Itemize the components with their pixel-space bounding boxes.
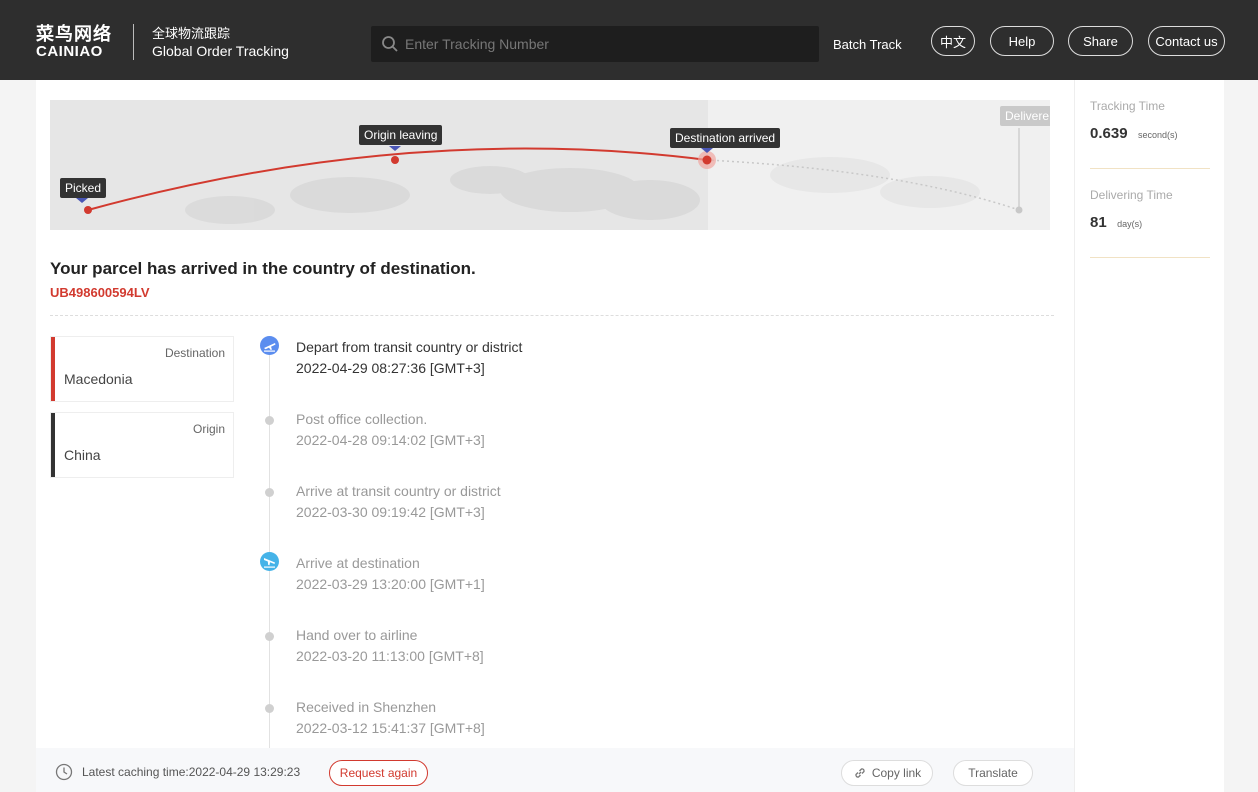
tracking-number-input[interactable] bbox=[405, 26, 805, 62]
timeline-dot bbox=[265, 704, 274, 713]
event-time: 2022-03-20 11:13:00 [GMT+8] bbox=[296, 648, 484, 664]
tag-picked: Picked bbox=[60, 178, 107, 198]
timeline-dot bbox=[265, 488, 274, 497]
stats-sidebar: Tracking Time 0.639 second(s) Delivering… bbox=[1074, 80, 1224, 792]
destination-value: Macedonia bbox=[64, 371, 133, 387]
tag-destination-arrived: Destination arrived bbox=[670, 128, 781, 148]
logo-english: CAINIAO bbox=[36, 43, 103, 60]
brand-title-en: Global Order Tracking bbox=[152, 43, 289, 59]
destination-arrived-point bbox=[702, 155, 712, 165]
contact-us-button[interactable]: Contact us bbox=[1148, 26, 1225, 56]
batch-track-link[interactable]: Batch Track bbox=[833, 37, 902, 52]
brand-title: 全球物流跟踪 Global Order Tracking bbox=[152, 25, 289, 60]
picked-point bbox=[84, 206, 92, 214]
event-time: 2022-04-29 08:27:36 [GMT+3] bbox=[296, 360, 485, 376]
logo-divider bbox=[133, 24, 134, 60]
timeline-dot bbox=[265, 416, 274, 425]
tag-delivered: Delivere bbox=[1000, 106, 1050, 126]
help-button[interactable]: Help bbox=[990, 26, 1054, 56]
tracking-main-panel: Picked Origin leaving Destination arrive… bbox=[36, 80, 1074, 792]
brand-title-cn: 全球物流跟踪 bbox=[152, 26, 231, 41]
destination-bar bbox=[51, 337, 55, 401]
event-title: Hand over to airline bbox=[296, 627, 418, 643]
link-icon bbox=[853, 766, 867, 780]
plane-departure-icon bbox=[260, 336, 279, 355]
event-time: 2022-03-30 09:19:42 [GMT+3] bbox=[296, 504, 485, 520]
tracking-time-stat: Tracking Time 0.639 second(s) bbox=[1090, 99, 1210, 169]
event-time: 2022-04-28 09:14:02 [GMT+3] bbox=[296, 432, 485, 448]
cainiao-logo[interactable]: 菜鸟网络 CAINIAO bbox=[36, 24, 112, 60]
delivering-time-value: 81 bbox=[1090, 214, 1107, 231]
origin-value: China bbox=[64, 447, 101, 463]
tracking-time-unit: second(s) bbox=[1138, 130, 1178, 140]
tracking-time-value: 0.639 bbox=[1090, 125, 1128, 142]
status-headline: Your parcel has arrived in the country o… bbox=[50, 259, 476, 278]
origin-bar bbox=[51, 413, 55, 477]
event-time: 2022-03-29 13:20:00 [GMT+1] bbox=[296, 576, 485, 592]
timeline-dot bbox=[265, 632, 274, 641]
section-divider bbox=[50, 315, 1054, 316]
top-bar: 菜鸟网络 CAINIAO 全球物流跟踪 Global Order Trackin… bbox=[0, 0, 1258, 80]
request-again-button[interactable]: Request again bbox=[329, 760, 428, 786]
event-title: Arrive at destination bbox=[296, 555, 420, 571]
tracking-number: UB498600594LV bbox=[50, 285, 150, 300]
event-time: 2022-03-12 15:41:37 [GMT+8] bbox=[296, 720, 485, 736]
event-title: Depart from transit country or district bbox=[296, 339, 523, 355]
copy-link-button[interactable]: Copy link bbox=[841, 760, 933, 786]
delivered-point bbox=[1015, 206, 1023, 214]
destination-label: Destination bbox=[164, 346, 225, 360]
caching-time-text: Latest caching time:2022-04-29 13:29:23 bbox=[82, 765, 301, 779]
tracking-time-label: Tracking Time bbox=[1090, 99, 1165, 113]
origin-card: Origin China bbox=[50, 412, 234, 478]
event-title: Received in Shenzhen bbox=[296, 699, 437, 715]
route-map bbox=[76, 128, 1023, 224]
tag-origin-leaving: Origin leaving bbox=[359, 125, 443, 145]
translate-button[interactable]: Translate bbox=[953, 760, 1033, 786]
logo-chinese: 菜鸟网络 bbox=[36, 24, 112, 44]
delivering-time-unit: day(s) bbox=[1117, 219, 1143, 229]
footer-bar: Latest caching time:2022-04-29 13:29:23 … bbox=[36, 748, 1074, 792]
origin-leaving-point bbox=[391, 156, 399, 164]
delivering-time-stat: Delivering Time 81 day(s) bbox=[1090, 188, 1210, 258]
event-title: Arrive at transit country or district bbox=[296, 483, 501, 499]
event-title: Post office collection. bbox=[296, 411, 428, 427]
progress-map: Picked Origin leaving Destination arrive… bbox=[50, 100, 1050, 230]
copy-link-label: Copy link bbox=[871, 766, 922, 780]
share-button[interactable]: Share bbox=[1068, 26, 1133, 56]
tracking-search-box bbox=[371, 26, 819, 62]
origin-label: Origin bbox=[192, 422, 225, 436]
delivering-time-label: Delivering Time bbox=[1090, 188, 1173, 202]
language-button[interactable]: 中文 bbox=[931, 26, 975, 56]
destination-card: Destination Macedonia bbox=[50, 336, 234, 402]
clock-icon bbox=[55, 763, 73, 786]
timeline-line bbox=[269, 345, 270, 748]
plane-arrival-icon bbox=[260, 552, 279, 571]
search-icon bbox=[381, 35, 399, 58]
